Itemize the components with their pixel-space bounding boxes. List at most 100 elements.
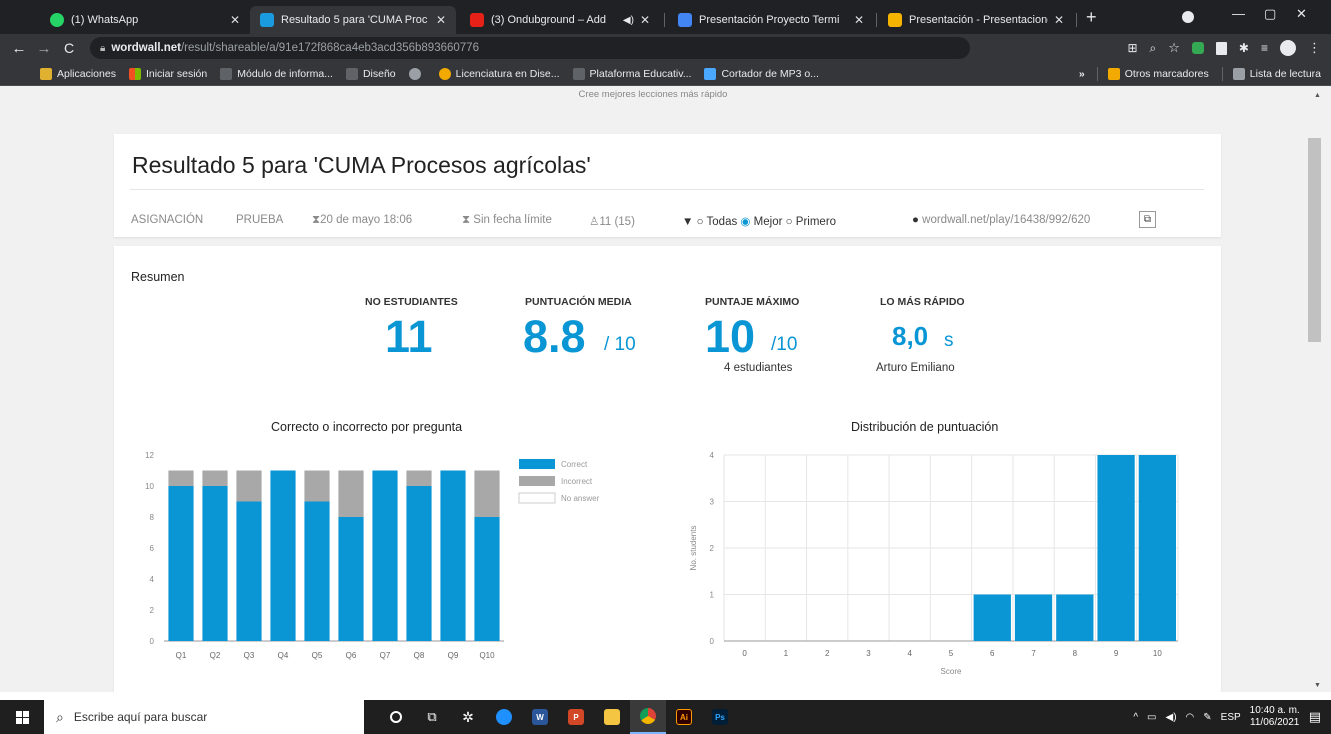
tab-whatsapp[interactable]: (1) WhatsApp ✕ <box>40 6 250 34</box>
result-header-card: Resultado 5 para 'CUMA Procesos agrícola… <box>114 134 1221 237</box>
avg-score-value: 8.8 <box>523 311 586 362</box>
fastest-unit: s <box>944 330 954 351</box>
taskbar-word[interactable]: W <box>522 700 558 734</box>
divider <box>1221 66 1223 81</box>
max-score-unit: /10 <box>771 334 798 355</box>
taskbar-chrome[interactable] <box>630 700 666 734</box>
tab-title: (1) WhatsApp <box>71 14 139 26</box>
tab-youtube[interactable]: (3) Ondubground – Add ◀) ✕ <box>460 6 660 34</box>
copy-link-button[interactable]: ⧉ <box>1139 211 1156 228</box>
avatar[interactable] <box>1280 40 1296 56</box>
taskbar-file-explorer[interactable] <box>594 700 630 734</box>
bookmark-star-icon[interactable]: ☆ <box>1168 40 1180 56</box>
y-tick-label: 2 <box>710 544 715 553</box>
x-tick-label: Q6 <box>346 651 357 660</box>
search-placeholder: Escribe aquí para buscar <box>73 710 208 724</box>
battery-icon[interactable]: ▭ <box>1147 712 1156 723</box>
x-tick-label: 1 <box>784 649 789 658</box>
date-meta: ⧗20 de mayo 18:06 <box>312 214 412 227</box>
wifi-icon[interactable]: ◠ <box>1186 712 1195 723</box>
menu-kebab-icon[interactable]: ⋮ <box>1308 40 1321 56</box>
bar-correct <box>270 470 296 641</box>
tab-wordwall-result[interactable]: Resultado 5 para 'CUMA Proc ✕ <box>250 6 456 34</box>
translate-icon[interactable]: ⊞ <box>1127 41 1137 55</box>
test-label[interactable]: PRUEBA <box>236 214 283 226</box>
close-icon[interactable]: ✕ <box>230 13 240 27</box>
maximize-icon[interactable]: ▢ <box>1264 6 1276 22</box>
taskbar-powerpoint[interactable]: P <box>558 700 594 734</box>
share-link[interactable]: ● wordwall.net/play/16438/992/620 <box>912 214 1090 226</box>
bookmark-design[interactable]: Diseño <box>345 67 396 80</box>
minimize-icon[interactable]: — <box>1232 6 1245 21</box>
profile-dot-icon[interactable] <box>1182 11 1194 23</box>
taskbar-illustrator[interactable]: Ai <box>666 700 702 734</box>
reading-mode-icon[interactable]: ≡ <box>1261 41 1268 55</box>
close-icon[interactable]: ✕ <box>640 13 650 27</box>
tab-separator <box>876 13 877 27</box>
bookmark-platform[interactable]: Plataforma Educativ... <box>572 67 691 80</box>
taskbar-search-box[interactable]: ⌕ Escribe aquí para buscar <box>44 700 364 734</box>
volume-icon[interactable]: ◀) <box>1166 712 1177 723</box>
legend-swatch <box>518 492 556 504</box>
tab-google-slides[interactable]: Presentación - Presentacione ✕ <box>878 6 1074 34</box>
browser-toolbar: ← → C 🔒︎ wordwall.net/result/shareable/a… <box>0 34 1331 62</box>
promo-banner[interactable]: Cree mejores lecciones más rápido <box>0 86 1306 106</box>
filter-first-radio[interactable]: ○ Primero <box>786 216 836 228</box>
pen-icon[interactable]: ✎ <box>1203 712 1211 723</box>
chrome-icon <box>640 708 656 724</box>
extensions-puzzle-icon[interactable]: ✱ <box>1239 41 1249 55</box>
bar-correct <box>440 470 466 641</box>
other-bookmarks[interactable]: Otros marcadores <box>1107 67 1209 80</box>
taskbar-photoshop[interactable]: Ps <box>702 700 738 734</box>
close-icon[interactable]: ✕ <box>854 13 864 27</box>
x-tick-label: Q4 <box>278 651 289 660</box>
page-scrollbar[interactable]: ▲ ▼ <box>1306 86 1331 692</box>
extension-shield-icon[interactable] <box>1191 42 1204 54</box>
extension-doc-icon[interactable] <box>1215 41 1227 55</box>
bookmark-mp3-cutter[interactable]: Cortador de MP3 o... <box>704 67 819 80</box>
taskbar-edge[interactable] <box>486 700 522 734</box>
notifications-icon[interactable]: ▤ <box>1309 709 1321 725</box>
bookmark-login[interactable]: Iniciar sesión <box>128 67 207 80</box>
more-bookmarks-chevron-icon[interactable]: » <box>1079 68 1085 80</box>
bookmark-label: Cortador de MP3 o... <box>721 67 819 80</box>
x-tick-label: Q10 <box>479 651 495 660</box>
tab-title: Resultado 5 para 'CUMA Proc <box>281 14 428 26</box>
taskbar-clock[interactable]: 10:40 a. m. 11/06/2021 <box>1250 705 1300 729</box>
x-tick-label: 7 <box>1031 649 1036 658</box>
bookmark-module[interactable]: Módulo de informa... <box>220 67 333 80</box>
task-view-button[interactable]: ⧉ <box>414 700 450 734</box>
close-icon[interactable]: ✕ <box>436 13 446 27</box>
reload-icon[interactable]: C <box>56 40 82 56</box>
bookmark-site[interactable] <box>408 67 426 80</box>
close-icon[interactable]: ✕ <box>1054 13 1064 27</box>
window-close-icon[interactable]: ✕ <box>1296 6 1307 22</box>
bookmark-degree[interactable]: Licenciatura en Dise... <box>438 67 560 80</box>
reading-list[interactable]: Lista de lectura <box>1232 67 1321 80</box>
back-arrow-icon[interactable]: ← <box>6 40 32 57</box>
filter-best-radio[interactable]: ◉ Mejor <box>740 216 782 228</box>
cortana-button[interactable] <box>378 700 414 734</box>
zoom-icon[interactable]: ⌕ <box>1150 41 1157 56</box>
cortana-circle-icon <box>390 711 402 723</box>
address-bar[interactable]: 🔒︎ wordwall.net/result/shareable/a/91e17… <box>90 37 970 59</box>
start-button[interactable] <box>0 700 44 734</box>
scrollbar-thumb[interactable] <box>1308 138 1321 342</box>
input-language[interactable]: ESP <box>1221 712 1241 723</box>
max-score-value: 10 <box>705 311 756 362</box>
assignment-label[interactable]: ASIGNACIÓN <box>131 214 203 226</box>
new-tab-plus-icon[interactable]: + <box>1086 7 1097 28</box>
tray-chevron-up-icon[interactable]: ^ <box>1133 712 1138 723</box>
tab-google-docs[interactable]: Presentación Proyecto Termi ✕ <box>668 6 874 34</box>
y-axis-label: No. students <box>689 526 698 571</box>
deadline-meta[interactable]: ⧗ Sin fecha límite <box>462 214 552 227</box>
scroll-down-arrow-icon[interactable]: ▼ <box>1314 682 1321 689</box>
y-tick-label: 4 <box>150 575 155 584</box>
browser-tab-strip: (1) WhatsApp ✕ Resultado 5 para 'CUMA Pr… <box>0 0 1331 34</box>
taskbar-settings[interactable]: ✲ <box>450 700 486 734</box>
forward-arrow-icon[interactable]: → <box>32 40 56 57</box>
filter-first-label: Primero <box>795 216 837 228</box>
filter-all-radio[interactable]: ○ Todas <box>697 216 738 228</box>
bookmark-apps[interactable]: Aplicaciones <box>40 67 116 80</box>
scroll-up-arrow-icon[interactable]: ▲ <box>1314 92 1321 99</box>
